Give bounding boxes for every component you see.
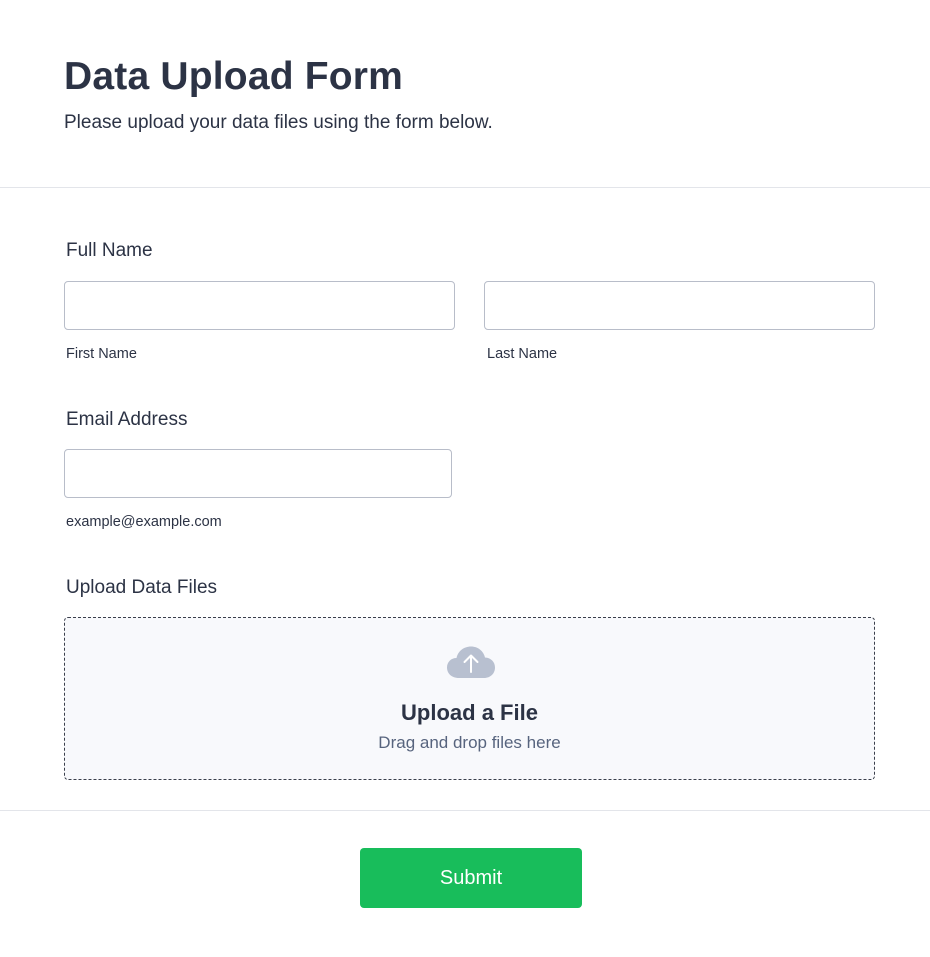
first-name-input[interactable] [64, 281, 455, 330]
last-name-input[interactable] [484, 281, 875, 330]
footer-divider [0, 810, 930, 811]
upload-label: Upload Data Files [66, 577, 218, 598]
first-name-sublabel: First Name [66, 346, 137, 362]
form-header: Data Upload Form Please upload your data… [0, 0, 930, 188]
dropzone-hint: Drag and drop files here [378, 733, 561, 752]
submit-button[interactable]: Submit [360, 848, 582, 908]
cloud-upload-icon [447, 646, 495, 678]
email-input[interactable] [64, 449, 452, 498]
page-subtitle: Please upload your data files using the … [64, 112, 493, 133]
email-sublabel: example@example.com [66, 514, 222, 530]
page-title: Data Upload Form [64, 55, 404, 98]
full-name-label: Full Name [66, 240, 153, 261]
file-dropzone[interactable]: Upload a File Drag and drop files here [64, 617, 875, 780]
dropzone-title: Upload a File [401, 700, 538, 725]
email-label: Email Address [66, 409, 188, 430]
last-name-sublabel: Last Name [487, 346, 558, 362]
